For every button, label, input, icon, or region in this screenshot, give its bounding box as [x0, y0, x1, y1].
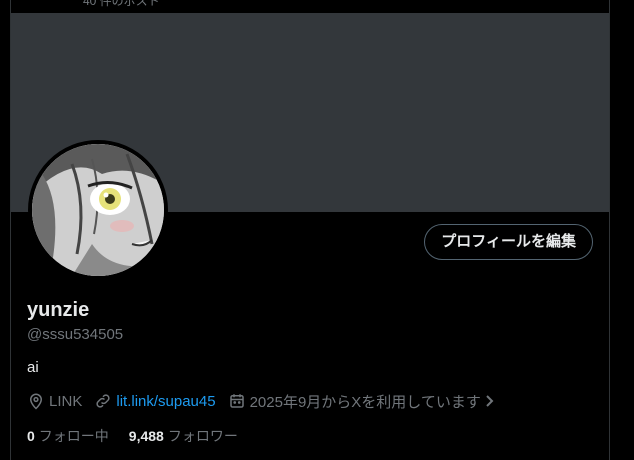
joined-item[interactable]: 2025年9月からXを利用しています	[228, 391, 497, 412]
location-text: LINK	[49, 392, 83, 410]
following-stat[interactable]: 0 フォロー中	[27, 426, 109, 446]
link-icon	[94, 392, 112, 410]
calendar-icon	[228, 392, 246, 410]
followers-count: 9,488	[128, 428, 164, 444]
follow-stats: 0 フォロー中 9,488 フォロワー	[27, 426, 258, 446]
location-icon	[27, 392, 45, 410]
top-bar: 40 件のポスト	[11, 0, 609, 13]
website-item[interactable]: lit.link/supau45	[94, 392, 216, 410]
avatar[interactable]	[28, 140, 168, 280]
profile-column: 40 件のポスト プロフィールを編集 yunzie @sssu534505 ai	[10, 0, 610, 460]
followers-label: フォロワー	[167, 428, 238, 444]
post-count: 40 件のポスト	[83, 0, 160, 8]
following-count: 0	[27, 428, 35, 444]
followers-stat[interactable]: 9,488 フォロワー	[129, 426, 238, 446]
profile-meta: LINK lit.link/supau45 2025年9月からXを利用しています	[27, 390, 509, 412]
location-item: LINK	[27, 392, 82, 410]
edit-profile-button[interactable]: プロフィールを編集	[424, 224, 593, 260]
avatar-image	[32, 144, 164, 276]
display-name: yunzie	[27, 299, 90, 321]
chevron-right-icon	[483, 392, 497, 410]
website-link[interactable]: lit.link/supau45	[116, 393, 215, 410]
username-handle: @sssu534505	[27, 326, 124, 343]
bio-text: ai	[27, 359, 39, 376]
joined-text: 2025年9月からXを利用しています	[249, 393, 481, 411]
following-label: フォロー中	[38, 428, 109, 444]
